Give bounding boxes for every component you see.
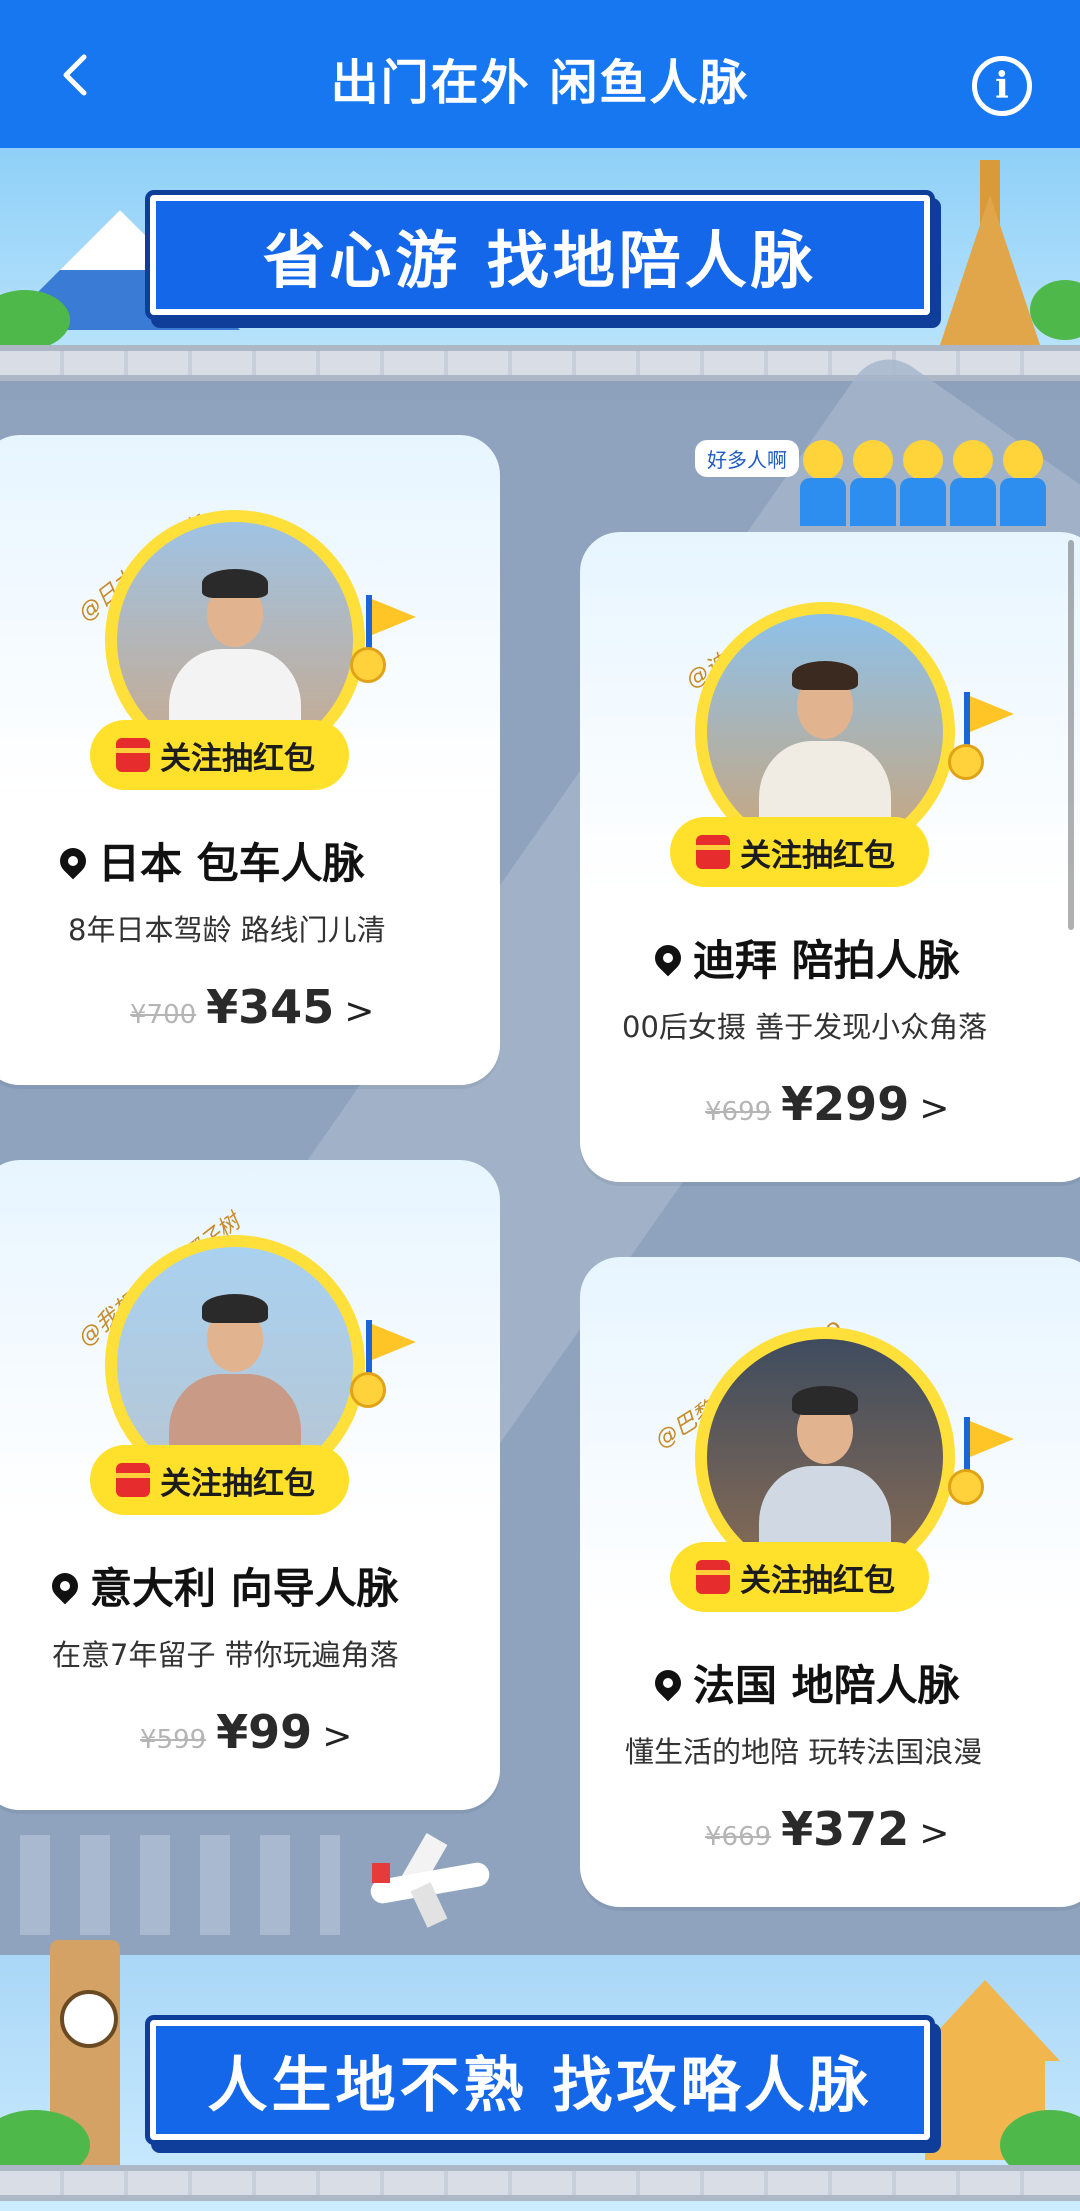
card-title-text: 法国 地陪人脉 (693, 1661, 960, 1710)
card-dubai[interactable]: @迪拜摄影 关注抽红包 迪拜 陪拍人脉 00后女摄 善于发现小众角落 ¥699 … (580, 532, 1080, 1182)
chevron-left-icon (63, 54, 87, 96)
card-title: 法国 地陪人脉 (649, 1652, 960, 1713)
speech-bubble: 好多人啊 (695, 440, 799, 477)
follow-label: 关注抽红包 (160, 1465, 315, 1502)
info-icon: i (995, 65, 1009, 107)
sale-price: ¥345 (206, 980, 335, 1034)
location-pin-icon (46, 1567, 84, 1604)
original-price: ¥699 (705, 1097, 772, 1127)
person-icon (800, 440, 846, 526)
location-pin-icon (54, 842, 92, 879)
follow-button[interactable]: 关注抽红包 (90, 1445, 349, 1515)
eiffel-tower-icon (940, 160, 1040, 345)
card-title: 日本 包车人脉 (54, 830, 365, 891)
card-title-text: 意大利 向导人脉 (90, 1564, 399, 1613)
banner-top: 省心游 找地陪人脉 (150, 195, 930, 315)
page-title: 出门在外 闲鱼人脉 (330, 55, 750, 111)
back-button[interactable] (50, 50, 100, 100)
flag-icon (350, 1320, 420, 1408)
info-button[interactable]: i (972, 56, 1032, 116)
sale-price: ¥372 (781, 1802, 910, 1856)
card-title-text: 日本 包车人脉 (98, 839, 365, 888)
card-japan[interactable]: @日本全境包车 关注抽红包 日本 包车人脉 8年日本驾龄 路线门儿清 ¥700 … (0, 435, 500, 1085)
follow-button[interactable]: 关注抽红包 (670, 817, 929, 887)
card-description: 在意7年留子 带你玩遍角落 (52, 1638, 399, 1672)
crosswalk-decoration (20, 1835, 340, 1935)
location-pin-icon (649, 1664, 687, 1701)
flag-icon (948, 692, 1018, 780)
card-france[interactable]: @巴黎半日绘STUDIO 关注抽红包 法国 地陪人脉 懂生活的地陪 玩转法国浪漫… (580, 1257, 1080, 1907)
location-pin-icon (649, 939, 687, 976)
chevron-right-icon: > (919, 1813, 950, 1854)
person-icon (850, 440, 896, 526)
price-row: ¥700 ¥345 > (130, 980, 374, 1034)
follow-button[interactable]: 关注抽红包 (90, 720, 349, 790)
flag-icon (948, 1417, 1018, 1505)
card-italy[interactable]: @我想要一棵椰子树 关注抽红包 意大利 向导人脉 在意7年留子 带你玩遍角落 ¥… (0, 1160, 500, 1810)
red-packet-icon (116, 738, 150, 772)
red-packet-icon (116, 1463, 150, 1497)
person-icon (1000, 440, 1046, 526)
rail-divider (0, 2165, 1080, 2201)
original-price: ¥669 (705, 1822, 772, 1852)
person-icon (950, 440, 996, 526)
original-price: ¥599 (140, 1725, 207, 1755)
sale-price: ¥299 (781, 1077, 910, 1131)
follow-label: 关注抽红包 (740, 837, 895, 874)
follow-button[interactable]: 关注抽红包 (670, 1542, 929, 1612)
top-bar: 出门在外 闲鱼人脉 i (0, 0, 1080, 148)
card-description: 00后女摄 善于发现小众角落 (622, 1010, 988, 1044)
banner-top-text: 省心游 找地陪人脉 (263, 224, 817, 297)
follow-label: 关注抽红包 (740, 1562, 895, 1599)
card-title: 迪拜 陪拍人脉 (649, 927, 960, 988)
chevron-right-icon: > (322, 1716, 353, 1757)
original-price: ¥700 (130, 1000, 197, 1030)
banner-bottom: 人生地不熟 找攻略人脉 (150, 2020, 930, 2140)
follow-label: 关注抽红包 (160, 740, 315, 777)
airplane-icon (368, 1833, 492, 1928)
price-row: ¥669 ¥372 > (705, 1802, 949, 1856)
person-icon (900, 440, 946, 526)
sale-price: ¥99 (216, 1705, 313, 1759)
price-row: ¥699 ¥299 > (705, 1077, 949, 1131)
card-title-text: 迪拜 陪拍人脉 (693, 936, 960, 985)
card-description: 懂生活的地陪 玩转法国浪漫 (625, 1735, 983, 1769)
chevron-right-icon: > (344, 991, 375, 1032)
card-description: 8年日本驾龄 路线门儿清 (68, 913, 386, 947)
card-title: 意大利 向导人脉 (46, 1555, 399, 1616)
crowd-decoration (800, 440, 1046, 526)
red-packet-icon (696, 1560, 730, 1594)
chevron-right-icon: > (919, 1088, 950, 1129)
price-row: ¥599 ¥99 > (140, 1705, 352, 1759)
red-packet-icon (696, 835, 730, 869)
scrollbar-thumb[interactable] (1068, 540, 1074, 930)
banner-bottom-text: 人生地不熟 找攻略人脉 (207, 2050, 873, 2121)
flag-icon (350, 595, 420, 683)
